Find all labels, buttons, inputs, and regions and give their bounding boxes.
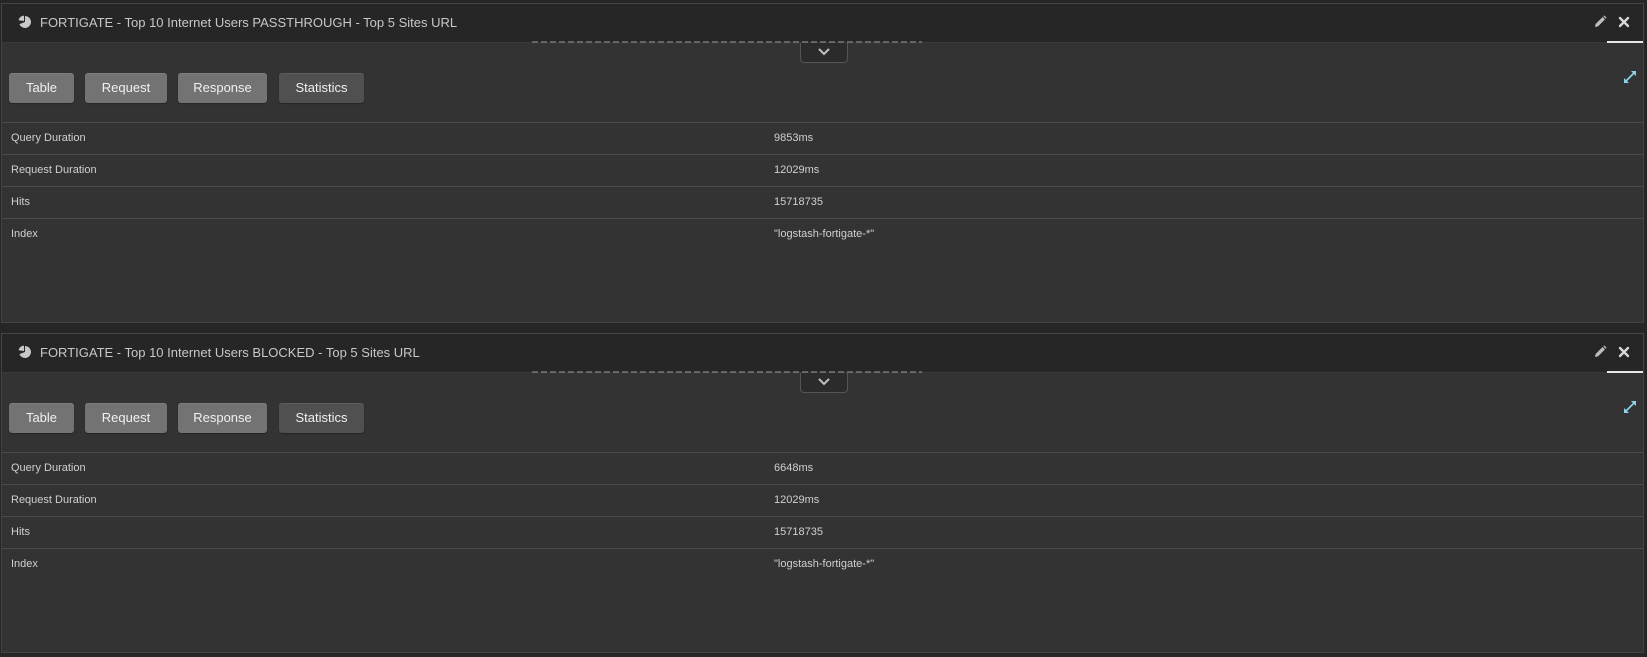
panel-header: FORTIGATE - Top 10 Internet Users PASSTH… bbox=[2, 4, 1643, 43]
collapse-toggle-button[interactable] bbox=[800, 43, 848, 63]
table-row: Query Duration 6648ms bbox=[2, 453, 1643, 485]
tab-response[interactable]: Response bbox=[178, 73, 267, 103]
table-row: Index "logstash-fortigate-*" bbox=[2, 219, 1643, 250]
panel-blocked: FORTIGATE - Top 10 Internet Users BLOCKE… bbox=[1, 333, 1644, 653]
table-row: Hits 15718735 bbox=[2, 517, 1643, 549]
tab-statistics[interactable]: Statistics bbox=[279, 73, 364, 103]
scrolled-text-fragment bbox=[532, 41, 922, 44]
statistics-table: Query Duration 6648ms Request Duration 1… bbox=[2, 452, 1643, 580]
header-accent-bar bbox=[1607, 371, 1643, 373]
tab-table[interactable]: Table bbox=[9, 73, 74, 103]
close-icon[interactable] bbox=[1617, 345, 1631, 359]
tab-request[interactable]: Request bbox=[85, 73, 167, 103]
stat-value: "logstash-fortigate-*" bbox=[774, 558, 875, 570]
pie-chart-icon bbox=[18, 345, 32, 358]
close-icon[interactable] bbox=[1617, 15, 1631, 29]
panel-title: FORTIGATE - Top 10 Internet Users PASSTH… bbox=[40, 15, 458, 30]
stat-value: 12029ms bbox=[774, 164, 820, 176]
statistics-table: Query Duration 9853ms Request Duration 1… bbox=[2, 122, 1643, 250]
pencil-icon[interactable] bbox=[1593, 345, 1607, 359]
stat-key: Index bbox=[11, 228, 38, 240]
table-row: Request Duration 12029ms bbox=[2, 155, 1643, 187]
stat-value: 6648ms bbox=[774, 462, 814, 474]
pencil-icon[interactable] bbox=[1593, 15, 1607, 29]
table-row: Query Duration 9853ms bbox=[2, 123, 1643, 155]
stat-value: 15718735 bbox=[774, 196, 823, 208]
stat-key: Request Duration bbox=[11, 164, 97, 176]
panel-passthrough: FORTIGATE - Top 10 Internet Users PASSTH… bbox=[1, 3, 1644, 323]
header-accent-bar bbox=[1607, 41, 1643, 43]
stat-key: Hits bbox=[11, 196, 30, 208]
expand-arrows-icon[interactable] bbox=[1623, 400, 1637, 414]
table-row: Request Duration 12029ms bbox=[2, 485, 1643, 517]
stat-key: Request Duration bbox=[11, 494, 97, 506]
stat-value: 15718735 bbox=[774, 526, 823, 538]
panel-title: FORTIGATE - Top 10 Internet Users BLOCKE… bbox=[40, 345, 420, 360]
stat-key: Query Duration bbox=[11, 462, 86, 474]
table-row: Index "logstash-fortigate-*" bbox=[2, 549, 1643, 580]
table-row: Hits 15718735 bbox=[2, 187, 1643, 219]
tab-response[interactable]: Response bbox=[178, 403, 267, 433]
expand-arrows-icon[interactable] bbox=[1623, 70, 1637, 84]
chevron-down-icon bbox=[818, 378, 830, 386]
tab-request[interactable]: Request bbox=[85, 403, 167, 433]
tab-statistics[interactable]: Statistics bbox=[279, 403, 364, 433]
stat-key: Query Duration bbox=[11, 132, 86, 144]
pie-chart-icon bbox=[18, 15, 32, 28]
chevron-down-icon bbox=[818, 48, 830, 56]
scrolled-text-fragment bbox=[532, 371, 922, 374]
stat-key: Hits bbox=[11, 526, 30, 538]
stat-value: "logstash-fortigate-*" bbox=[774, 228, 875, 240]
stat-value: 9853ms bbox=[774, 132, 814, 144]
stat-key: Index bbox=[11, 558, 38, 570]
panel-header: FORTIGATE - Top 10 Internet Users BLOCKE… bbox=[2, 334, 1643, 373]
stat-value: 12029ms bbox=[774, 494, 820, 506]
tab-table[interactable]: Table bbox=[9, 403, 74, 433]
collapse-toggle-button[interactable] bbox=[800, 373, 848, 393]
